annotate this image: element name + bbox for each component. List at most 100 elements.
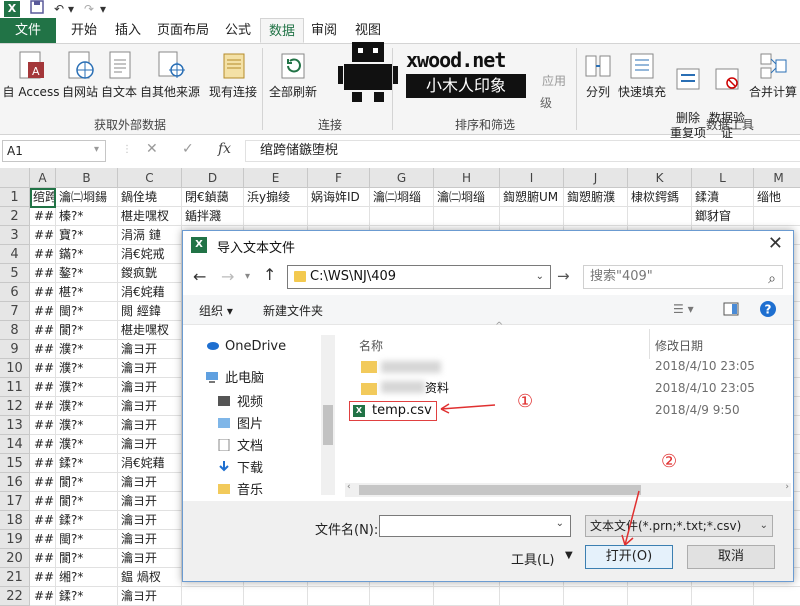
cell[interactable]: 鎾 煱杈 <box>118 568 182 587</box>
row-header[interactable]: 19 <box>0 530 30 549</box>
cell[interactable]: ## <box>30 321 56 340</box>
cell[interactable]: 瀹ヨ开 <box>118 549 182 568</box>
cell[interactable]: 涓滆 鏈 <box>118 226 182 245</box>
from-text-button[interactable]: 自文本 <box>100 50 138 100</box>
cell[interactable]: ## <box>30 397 56 416</box>
cell[interactable]: ## <box>30 492 56 511</box>
forward-arrow-icon[interactable]: → <box>221 267 234 286</box>
preview-pane-icon[interactable] <box>723 302 739 319</box>
nav-item-onedrive[interactable]: OneDrive <box>205 337 286 357</box>
cell[interactable]: 瀹ヨ开 <box>118 435 182 454</box>
cell[interactable]: ## <box>30 473 56 492</box>
cell[interactable] <box>754 207 800 226</box>
cell[interactable]: 濮?* <box>56 435 118 454</box>
cell[interactable]: 缃?* <box>56 568 118 587</box>
row-header[interactable]: 5 <box>0 264 30 283</box>
row-header[interactable]: 4 <box>0 245 30 264</box>
row-header[interactable]: 13 <box>0 416 30 435</box>
row-header[interactable]: 3 <box>0 226 30 245</box>
cell[interactable]: ## <box>30 359 56 378</box>
row-header[interactable]: 17 <box>0 492 30 511</box>
row-header[interactable]: 6 <box>0 283 30 302</box>
tab-home[interactable]: 开始 <box>62 18 106 43</box>
cell[interactable]: ## <box>30 511 56 530</box>
cell[interactable] <box>564 207 628 226</box>
cell[interactable]: ## <box>30 568 56 587</box>
nav-item-this-pc[interactable]: 此电脑 <box>205 369 264 389</box>
row-header[interactable]: 20 <box>0 549 30 568</box>
column-header[interactable]: E <box>244 168 308 188</box>
column-header[interactable]: J <box>564 168 628 188</box>
save-icon[interactable] <box>30 0 44 19</box>
nav-item-music[interactable]: 音乐 <box>217 481 263 501</box>
cell[interactable]: 缁忚 <box>754 188 800 207</box>
tab-data[interactable]: 数据 <box>260 18 304 43</box>
file-row-temp-csv[interactable]: X temp.csv <box>349 401 437 421</box>
row-header[interactable]: 16 <box>0 473 30 492</box>
scroll-left-icon[interactable]: ‹ <box>347 482 351 492</box>
new-folder-button[interactable]: 新建文件夹 <box>263 302 323 319</box>
chevron-down-icon[interactable]: ⌄ <box>536 266 544 288</box>
nav-item-downloads[interactable]: 下载 <box>217 459 263 479</box>
cell[interactable]: 瀹㈡埛缁 <box>434 188 500 207</box>
scrollbar-thumb[interactable] <box>359 485 641 495</box>
advanced-button[interactable]: 级 <box>536 96 556 111</box>
cell[interactable]: 閩?* <box>56 530 118 549</box>
cell[interactable]: ## <box>30 226 56 245</box>
cell[interactable]: 瀹ヨ开 <box>118 378 182 397</box>
cell[interactable]: 涓€姹戒 <box>118 245 182 264</box>
cell[interactable]: ## <box>30 302 56 321</box>
row-header[interactable]: 14 <box>0 435 30 454</box>
cell[interactable]: 瀹㈡埛鍚 <box>56 188 118 207</box>
cell[interactable]: 鍧愬腑UM <box>500 188 564 207</box>
cell[interactable]: 椹?* <box>56 283 118 302</box>
cell[interactable]: 閬?* <box>56 549 118 568</box>
cancel-button[interactable]: 取消 <box>687 545 775 569</box>
cell[interactable]: ## <box>30 283 56 302</box>
cell[interactable] <box>244 207 308 226</box>
row-header[interactable]: 11 <box>0 378 30 397</box>
row-header[interactable]: 2 <box>0 207 30 226</box>
redo-icon[interactable]: ↷ <box>84 0 94 18</box>
cell[interactable]: 涓€姹藉 <box>118 283 182 302</box>
cell[interactable]: 鍋佺墝 <box>118 188 182 207</box>
cell[interactable]: 棣栨鍔鎷 <box>628 188 692 207</box>
name-box[interactable]: A1 <box>2 140 106 162</box>
tools-button[interactable]: 工具(L) <box>511 549 554 568</box>
cell[interactable]: 鎯豺窅 <box>692 207 754 226</box>
tab-formulas[interactable]: 公式 <box>218 18 258 43</box>
cell[interactable]: 寶?* <box>56 226 118 245</box>
chevron-down-icon[interactable]: ⌄ <box>760 516 768 536</box>
cell[interactable]: 椹歨嘿杈 <box>118 321 182 340</box>
select-all-corner[interactable] <box>0 168 30 188</box>
cell[interactable]: 鍒濆 <box>692 188 754 207</box>
column-header[interactable]: F <box>308 168 370 188</box>
from-web-button[interactable]: 自网站 <box>60 50 100 100</box>
cell[interactable]: 瀹ヨ开 <box>118 473 182 492</box>
from-other-sources-button[interactable]: 自其他来源 <box>138 50 202 100</box>
back-arrow-icon[interactable]: ← <box>193 267 206 286</box>
text-to-columns-button[interactable]: 分列 <box>580 50 616 100</box>
organize-button[interactable]: 组织 ▾ <box>199 302 233 319</box>
row-header[interactable]: 12 <box>0 397 30 416</box>
cell[interactable]: 榛?* <box>56 207 118 226</box>
cell[interactable]: 瀹ヨ开 <box>118 397 182 416</box>
cell[interactable]: 鏊?* <box>56 264 118 283</box>
enter-icon[interactable]: ✓ <box>182 141 194 157</box>
nav-item-pictures[interactable]: 图片 <box>217 415 263 435</box>
cell[interactable]: 瀹ヨ开 <box>118 492 182 511</box>
cell[interactable]: 閬?* <box>56 321 118 340</box>
existing-connections-button[interactable]: 现有连接 <box>206 50 260 100</box>
cell[interactable]: 濮?* <box>56 340 118 359</box>
cell[interactable]: ## <box>30 549 56 568</box>
cell[interactable]: ## <box>30 264 56 283</box>
row-header[interactable]: 9 <box>0 340 30 359</box>
cell[interactable]: ## <box>30 245 56 264</box>
column-header[interactable]: K <box>628 168 692 188</box>
row-header[interactable]: 10 <box>0 359 30 378</box>
cell[interactable]: 鍧愬腑濮 <box>564 188 628 207</box>
cell[interactable]: ## <box>30 340 56 359</box>
formula-input[interactable]: 绾跨储鏃堕棿 <box>245 140 800 162</box>
up-arrow-icon[interactable]: ↑ <box>263 265 276 284</box>
namebox-dropdown-icon[interactable]: ▾ <box>94 144 99 155</box>
